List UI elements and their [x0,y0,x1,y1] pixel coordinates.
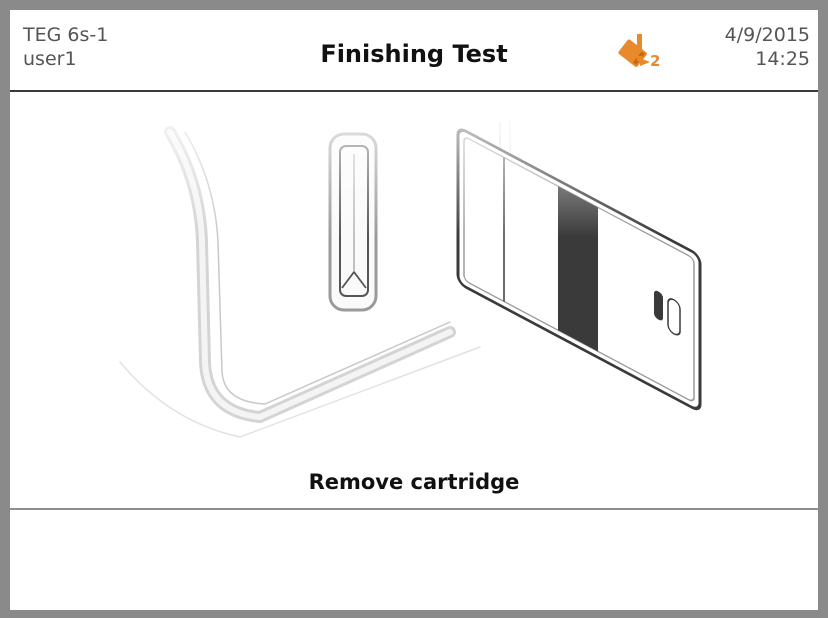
instruction-text: Remove cartridge [308,470,520,494]
device-name: TEG 6s-1 [23,24,109,46]
time-label: 14:25 [755,48,810,70]
footer-area [10,510,818,610]
user-name: user1 [23,48,77,70]
cartridge-removal-illustration [10,92,818,508]
date-label: 4/9/2015 [724,24,810,46]
page-title: Finishing Test [320,40,508,68]
cartridge-alert-icon[interactable]: 2 [610,32,668,72]
status-badge-count: 2 [650,52,660,70]
header-bar: TEG 6s-1 user1 Finishing Test 2 4/9/2015… [10,10,818,92]
page-title-container: Finishing Test [10,10,818,90]
screen: TEG 6s-1 user1 Finishing Test 2 4/9/2015… [10,10,818,610]
main-content: Remove cartridge [10,92,818,510]
